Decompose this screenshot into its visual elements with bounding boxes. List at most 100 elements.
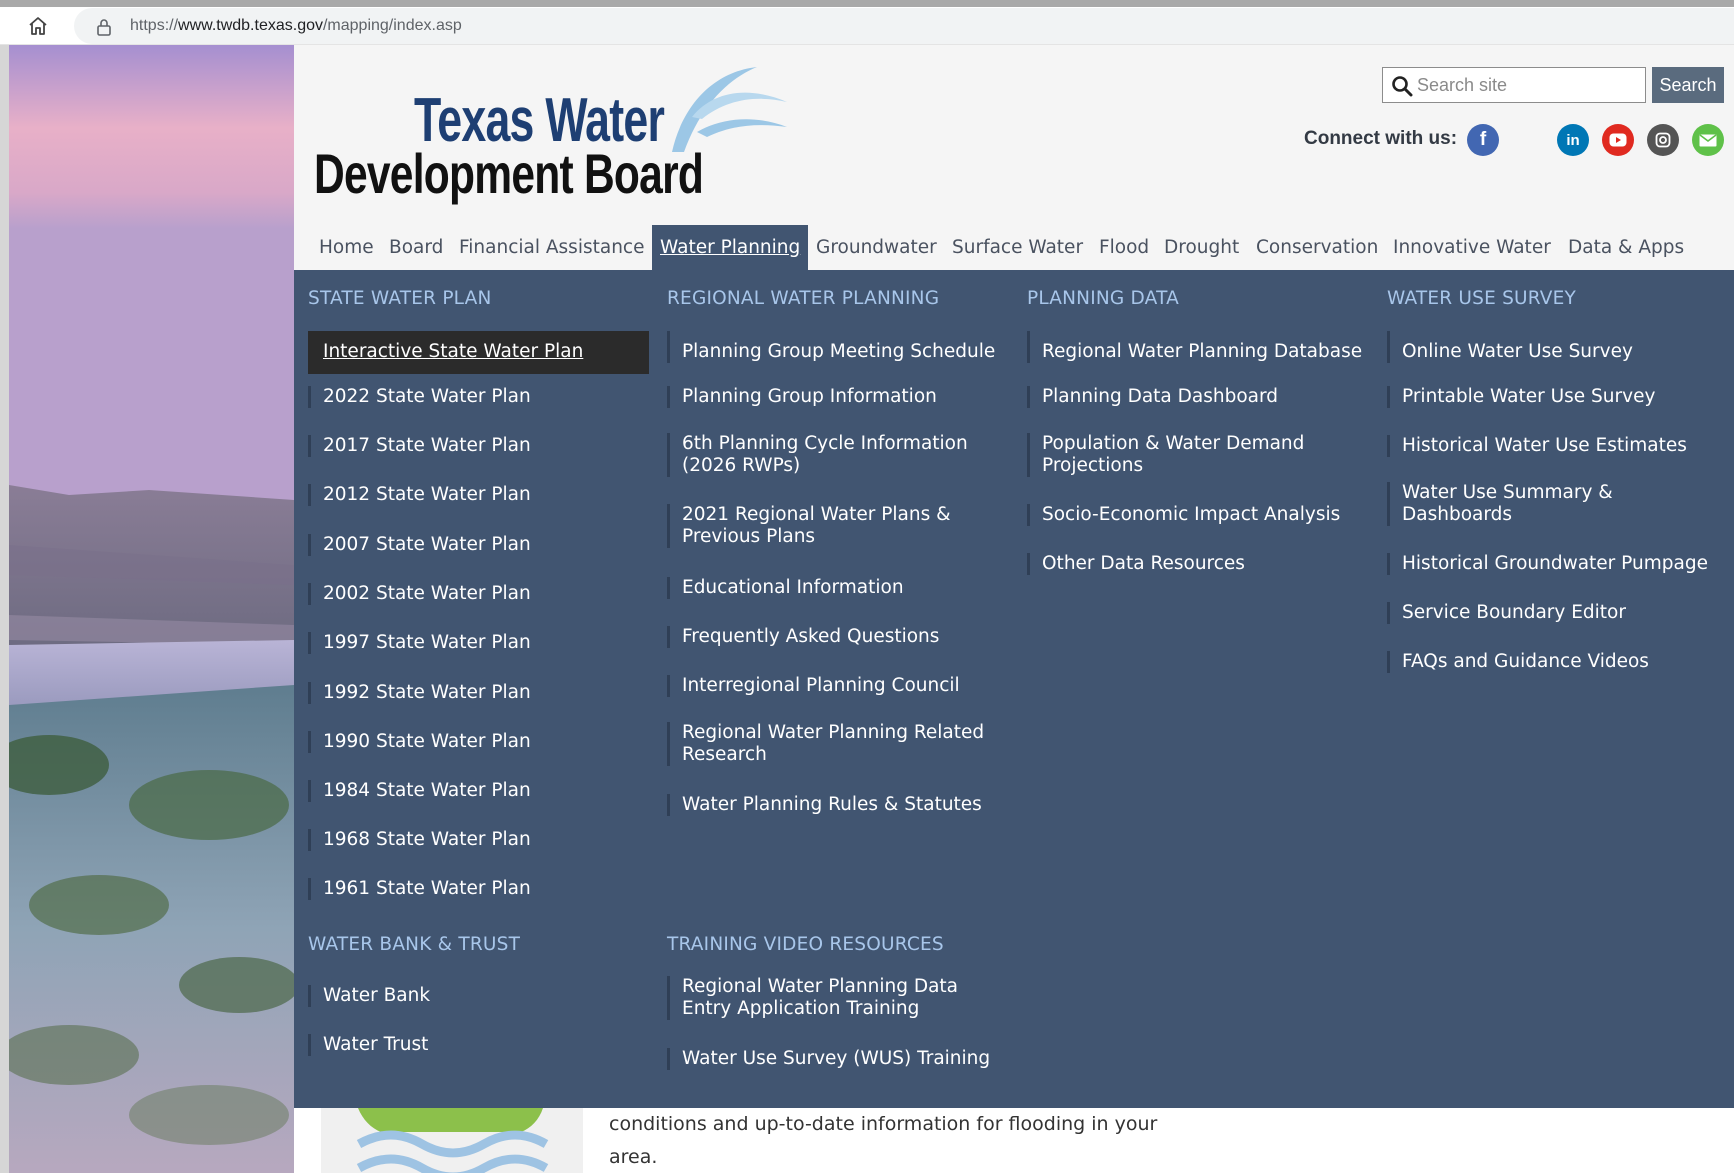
search-field[interactable] — [1382, 67, 1646, 103]
menu-link-other-data-resources[interactable]: Other Data Resources — [1027, 553, 1367, 575]
link-text: Historical Water Use Estimates — [1402, 435, 1687, 456]
flood-text-line: conditions and up-to-date information fo… — [609, 1113, 1158, 1135]
search-input[interactable] — [1417, 68, 1641, 102]
menu-link-interactive-state-water-plan[interactable]: Interactive State Water Plan — [308, 331, 649, 374]
nav-flood[interactable]: Flood — [1099, 225, 1149, 270]
menu-link-1997-swp[interactable]: 1997 State Water Plan — [308, 632, 649, 654]
instagram-icon[interactable] — [1647, 124, 1679, 156]
link-text: Projections — [1042, 455, 1144, 476]
section-title-planning-data: PLANNING DATA — [1027, 288, 1179, 309]
page-content: conditions and up-to-date information fo… — [294, 1108, 1734, 1173]
menu-link-wus-training[interactable]: Water Use Survey (WUS) Training — [667, 1048, 1007, 1070]
menu-link-regional-water-planning-database[interactable]: Regional Water Planning Database — [1027, 331, 1367, 363]
link-text: Regional Water Planning Database — [1042, 341, 1363, 362]
menu-link-2002-swp[interactable]: 2002 State Water Plan — [308, 583, 649, 605]
menu-link-1968-swp[interactable]: 1968 State Water Plan — [308, 829, 649, 851]
link-text: Water Planning Rules & Statutes — [682, 794, 982, 815]
section-title-water-bank-trust: WATER BANK & TRUST — [308, 934, 521, 955]
email-icon[interactable] — [1692, 124, 1724, 156]
menu-link-planning-group-information[interactable]: Planning Group Information — [667, 386, 1007, 408]
link-text: Online Water Use Survey — [1402, 341, 1633, 362]
logo-line-2: Development Board — [314, 142, 704, 205]
link-text: Historical Groundwater Pumpage — [1402, 553, 1708, 574]
browser-toolbar: https://www.twdb.texas.gov/mapping/index… — [0, 7, 1734, 45]
water-planning-megamenu: STATE WATER PLAN Interactive State Water… — [294, 270, 1734, 1108]
nav-water-planning[interactable]: Water Planning — [652, 225, 809, 270]
link-text: 2021 Regional Water Plans & — [682, 504, 951, 525]
section-title-training-video-resources: TRAINING VIDEO RESOURCES — [667, 934, 944, 955]
home-icon[interactable] — [24, 13, 52, 39]
menu-link-online-water-use-survey[interactable]: Online Water Use Survey — [1387, 331, 1727, 363]
menu-link-faq[interactable]: Frequently Asked Questions — [667, 626, 1007, 648]
nav-board[interactable]: Board — [389, 225, 443, 270]
link-text: Frequently Asked Questions — [682, 626, 940, 647]
link-text: Regional Water Planning Related — [682, 722, 985, 743]
youtube-icon[interactable] — [1602, 124, 1634, 156]
window-top-strip — [0, 0, 1734, 7]
link-text: Regional Water Planning Data — [682, 976, 959, 997]
link-text: Previous Plans — [682, 526, 816, 547]
menu-link-planning-related-research[interactable]: Regional Water Planning Related Research — [667, 722, 1007, 766]
section-title-regional-water-planning: REGIONAL WATER PLANNING — [667, 288, 940, 309]
link-text: Population & Water Demand — [1042, 433, 1305, 454]
search-button[interactable]: Search — [1652, 67, 1724, 103]
link-text: Service Boundary Editor — [1402, 602, 1626, 623]
site-logo[interactable]: Texas Water Development Board — [314, 57, 794, 207]
flood-text-line: area. — [609, 1146, 658, 1168]
menu-link-planning-data-dashboard[interactable]: Planning Data Dashboard — [1027, 386, 1367, 408]
section-title-state-water-plan: STATE WATER PLAN — [308, 288, 492, 309]
menu-link-2017-swp[interactable]: 2017 State Water Plan — [308, 435, 649, 457]
facebook-icon[interactable]: f — [1467, 124, 1499, 156]
menu-link-2012-swp[interactable]: 2012 State Water Plan — [308, 484, 649, 506]
menu-link-water-use-summary[interactable]: Water Use Summary & Dashboards — [1387, 482, 1727, 526]
menu-link-water-bank[interactable]: Water Bank — [308, 985, 649, 1007]
address-bar[interactable]: https://www.twdb.texas.gov/mapping/index… — [74, 8, 1734, 44]
menu-link-historical-water-use-estimates[interactable]: Historical Water Use Estimates — [1387, 435, 1727, 457]
menu-link-service-boundary-editor[interactable]: Service Boundary Editor — [1387, 602, 1727, 624]
menu-link-interregional-planning-council[interactable]: Interregional Planning Council — [667, 675, 1007, 697]
url-text: https://www.twdb.texas.gov/mapping/index… — [130, 17, 462, 34]
menu-link-rules-statutes[interactable]: Water Planning Rules & Statutes — [667, 794, 1007, 816]
menu-link-planning-group-meeting-schedule[interactable]: Planning Group Meeting Schedule — [667, 331, 1007, 363]
nav-innovative-water[interactable]: Innovative Water — [1393, 225, 1551, 270]
menu-link-population-water-demand[interactable]: Population & Water Demand Projections — [1027, 433, 1367, 477]
menu-link-faqs-guidance-videos[interactable]: FAQs and Guidance Videos — [1387, 651, 1727, 673]
menu-link-6th-planning-cycle[interactable]: 6th Planning Cycle Information (2026 RWPs… — [667, 433, 1007, 477]
menu-link-2021-regional-water-plans[interactable]: 2021 Regional Water Plans & Previous Plan… — [667, 504, 1007, 548]
nav-financial-assistance[interactable]: Financial Assistance — [459, 225, 644, 270]
menu-link-educational-information[interactable]: Educational Information — [667, 577, 1007, 599]
link-text: Dashboards — [1402, 504, 1513, 525]
lock-icon — [96, 18, 112, 40]
link-text: Entry Application Training — [682, 998, 920, 1019]
menu-link-2007-swp[interactable]: 2007 State Water Plan — [308, 534, 649, 556]
menu-link-historical-groundwater-pumpage[interactable]: Historical Groundwater Pumpage — [1387, 553, 1727, 575]
menu-link-1961-swp[interactable]: 1961 State Water Plan — [308, 878, 649, 900]
menu-link-socio-economic-impact[interactable]: Socio-Economic Impact Analysis — [1027, 504, 1367, 526]
linkedin-icon[interactable]: in — [1557, 124, 1589, 156]
window-left-edge — [0, 45, 9, 1173]
menu-link-1990-swp[interactable]: 1990 State Water Plan — [308, 731, 649, 753]
menu-link-1992-swp[interactable]: 1992 State Water Plan — [308, 682, 649, 704]
link-text: Educational Information — [682, 577, 904, 598]
link-text: Planning Data Dashboard — [1042, 386, 1278, 407]
flood-description: conditions and up-to-date information fo… — [609, 1108, 1189, 1173]
menu-link-printable-water-use-survey[interactable]: Printable Water Use Survey — [1387, 386, 1727, 408]
main-nav: Home Board Financial Assistance Water Pl… — [294, 225, 1734, 270]
menu-link-2022-swp[interactable]: 2022 State Water Plan — [308, 386, 649, 408]
connect-label: Connect with us: — [1304, 128, 1458, 149]
link-text: Socio-Economic Impact Analysis — [1042, 504, 1341, 525]
link-text: Research — [682, 744, 767, 765]
link-text: Planning Group Meeting Schedule — [682, 341, 996, 362]
nav-groundwater[interactable]: Groundwater — [816, 225, 937, 270]
hero-photo — [9, 45, 294, 1173]
nav-surface-water[interactable]: Surface Water — [952, 225, 1083, 270]
nav-drought[interactable]: Drought — [1164, 225, 1239, 270]
nav-data-apps[interactable]: Data & Apps — [1568, 225, 1684, 270]
link-text: FAQs and Guidance Videos — [1402, 651, 1649, 672]
nav-home[interactable]: Home — [319, 225, 374, 270]
menu-link-data-entry-training[interactable]: Regional Water Planning Data Entry Applic… — [667, 976, 1007, 1020]
menu-link-1984-swp[interactable]: 1984 State Water Plan — [308, 780, 649, 802]
nav-conservation[interactable]: Conservation — [1256, 225, 1378, 270]
link-text: Planning Group Information — [682, 386, 937, 407]
menu-link-water-trust[interactable]: Water Trust — [308, 1034, 649, 1056]
